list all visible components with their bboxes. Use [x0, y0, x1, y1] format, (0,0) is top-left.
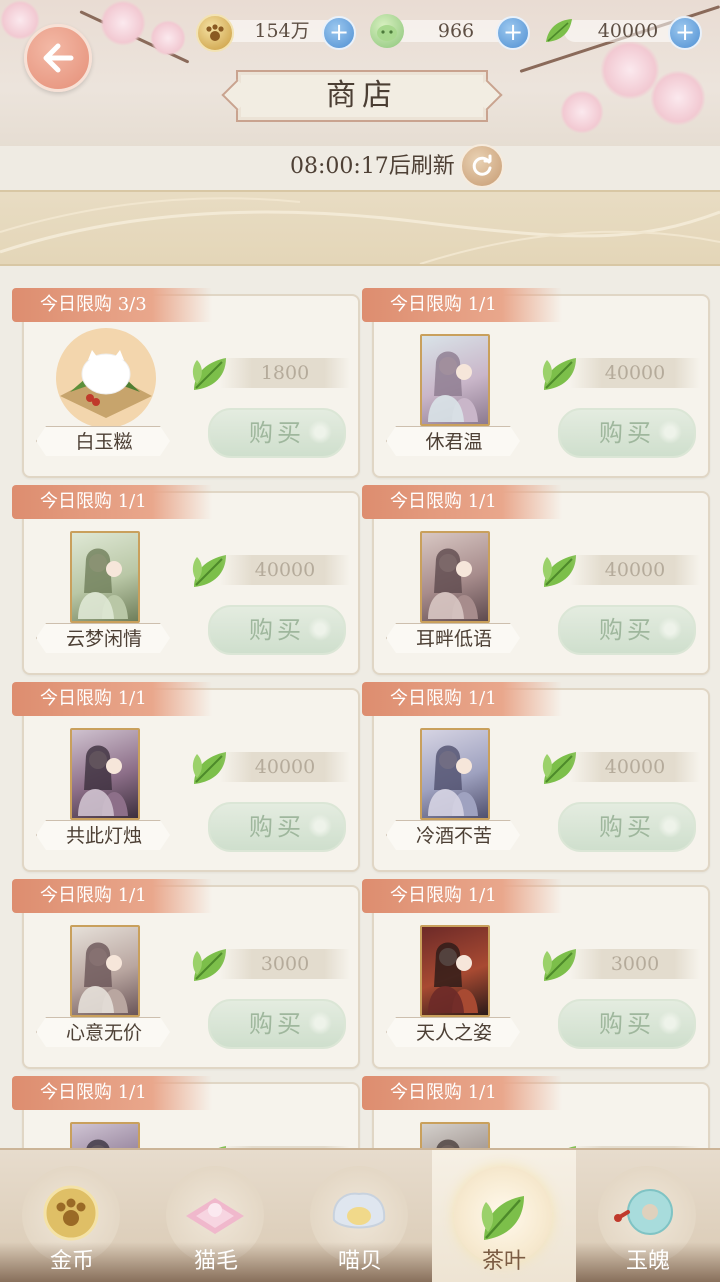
- resource-tea: 40000 +: [542, 14, 702, 50]
- blossom: [150, 20, 186, 56]
- item-name-label: 白玉糍: [36, 426, 170, 456]
- card-artwork-thumbnail[interactable]: [420, 334, 490, 426]
- tab-coins[interactable]: 金币: [0, 1150, 144, 1282]
- purchase-limit-badge: 今日限购 1/1: [362, 1076, 562, 1110]
- purchase-limit-badge: 今日限购 1/1: [12, 879, 212, 913]
- tab-label: 玉魄: [576, 1242, 720, 1282]
- resource-shells: 966 +: [370, 14, 530, 50]
- item-price: 40000: [220, 555, 350, 585]
- blossom: [560, 90, 604, 134]
- item-name-label: 共此灯烛: [36, 820, 170, 850]
- purchase-limit-badge: 今日限购 1/1: [12, 682, 212, 716]
- shop-item-card: 今日限购 3/3 白玉糍 1800 购买: [12, 288, 360, 478]
- item-name-label: 天人之姿: [386, 1017, 520, 1047]
- shop-item-card: 今日限购 1/1 休君温 40000 购买: [362, 288, 710, 478]
- card-artwork-thumbnail[interactable]: [420, 531, 490, 623]
- tab-tea-leaf[interactable]: 茶叶: [432, 1150, 576, 1282]
- card-artwork-thumbnail[interactable]: [70, 925, 140, 1017]
- shop-item-card: 今日限购 1/1 心意无价 3000 购买: [12, 879, 360, 1069]
- card-artwork-thumbnail[interactable]: [70, 728, 140, 820]
- back-button[interactable]: [24, 24, 92, 92]
- add-shells-button[interactable]: +: [496, 16, 530, 50]
- shop-item-card: 今日限购 1/1 冷酒不苦 40000 购买: [362, 682, 710, 872]
- tab-cat-shell[interactable]: 喵贝: [288, 1150, 432, 1282]
- buy-button[interactable]: 购买: [558, 999, 696, 1049]
- item-price: 40000: [220, 752, 350, 782]
- page-title: 商店: [236, 70, 488, 122]
- card-artwork-thumbnail[interactable]: [70, 531, 140, 623]
- tab-label: 猫毛: [144, 1242, 288, 1282]
- shop-item-card: 今日限购 1/1 共此灯烛 40000 购买: [12, 682, 360, 872]
- card-artwork-thumbnail[interactable]: [420, 728, 490, 820]
- purchase-limit-badge: 今日限购 1/1: [12, 485, 212, 519]
- add-coins-button[interactable]: +: [322, 16, 356, 50]
- refresh-button[interactable]: [460, 144, 504, 188]
- card-artwork-thumbnail[interactable]: [70, 1122, 140, 1148]
- buy-button[interactable]: 购买: [558, 802, 696, 852]
- tab-label: 茶叶: [481, 1249, 526, 1274]
- add-tea-button[interactable]: +: [668, 16, 702, 50]
- item-name-label: 心意无价: [36, 1017, 170, 1047]
- shop-item-card: 今日限购 1/1: [362, 1076, 710, 1148]
- tab-cat-fur[interactable]: 猫毛: [144, 1150, 288, 1282]
- shop-item-card: 今日限购 1/1: [12, 1076, 360, 1148]
- refresh-timer: 08:00:17后刷新: [290, 154, 455, 179]
- item-name-label: 云梦闲情: [36, 623, 170, 653]
- item-price: 40000: [570, 555, 700, 585]
- purchase-limit-badge: 今日限购 1/1: [362, 682, 562, 716]
- card-artwork-thumbnail[interactable]: [420, 1122, 490, 1148]
- purchase-limit-badge: 今日限购 1/1: [362, 288, 562, 322]
- purchase-limit-badge: 今日限购 1/1: [362, 485, 562, 519]
- tea-leaf-icon: [542, 14, 576, 48]
- item-name-label: 耳畔低语: [386, 623, 520, 653]
- purchase-limit-badge: 今日限购 1/1: [12, 1076, 212, 1110]
- buy-button[interactable]: 购买: [208, 999, 346, 1049]
- buy-button[interactable]: 购买: [208, 802, 346, 852]
- item-price: 40000: [570, 752, 700, 782]
- shop-grid: 今日限购 3/3 白玉糍 1800 购买 今日限购 1/1 休君温 40000 购买 今日限购 …: [0, 264, 720, 1148]
- buy-button[interactable]: 购买: [558, 408, 696, 458]
- item-name-label: 冷酒不苦: [386, 820, 520, 850]
- buy-button[interactable]: 购买: [208, 408, 346, 458]
- cat-shell-icon: [370, 14, 404, 48]
- rice-cake-item-image[interactable]: [40, 326, 172, 430]
- item-price: 3000: [220, 949, 350, 979]
- paw-coin-icon: [196, 14, 234, 52]
- item-name-label: 休君温: [386, 426, 520, 456]
- resource-coins: 154万 +: [196, 14, 356, 52]
- buy-button[interactable]: 购买: [558, 605, 696, 655]
- card-artwork-thumbnail[interactable]: [420, 925, 490, 1017]
- shop-item-card: 今日限购 1/1 天人之姿 3000 购买: [362, 879, 710, 1069]
- category-tabs: 金币 猫毛 喵贝 茶叶 玉魄: [0, 1148, 720, 1282]
- blossom: [100, 0, 146, 46]
- shop-item-card: 今日限购 1/1 云梦闲情 40000 购买: [12, 485, 360, 675]
- item-price: 3000: [570, 949, 700, 979]
- back-arrow-icon: [43, 43, 74, 73]
- blossom: [650, 70, 706, 126]
- shop-item-card: 今日限购 1/1 耳畔低语 40000 购买: [362, 485, 710, 675]
- refresh-row: 08:00:17后刷新: [0, 146, 720, 190]
- tab-label: 喵贝: [288, 1242, 432, 1282]
- item-price: 40000: [570, 358, 700, 388]
- item-price: 1800: [220, 358, 350, 388]
- tab-label: 金币: [0, 1242, 144, 1282]
- buy-button[interactable]: 购买: [208, 605, 346, 655]
- purchase-limit-badge: 今日限购 1/1: [362, 879, 562, 913]
- decor-banner: [0, 190, 720, 266]
- refresh-icon: [472, 154, 492, 176]
- purchase-limit-badge: 今日限购 3/3: [12, 288, 212, 322]
- tab-jade[interactable]: 玉魄: [576, 1150, 720, 1282]
